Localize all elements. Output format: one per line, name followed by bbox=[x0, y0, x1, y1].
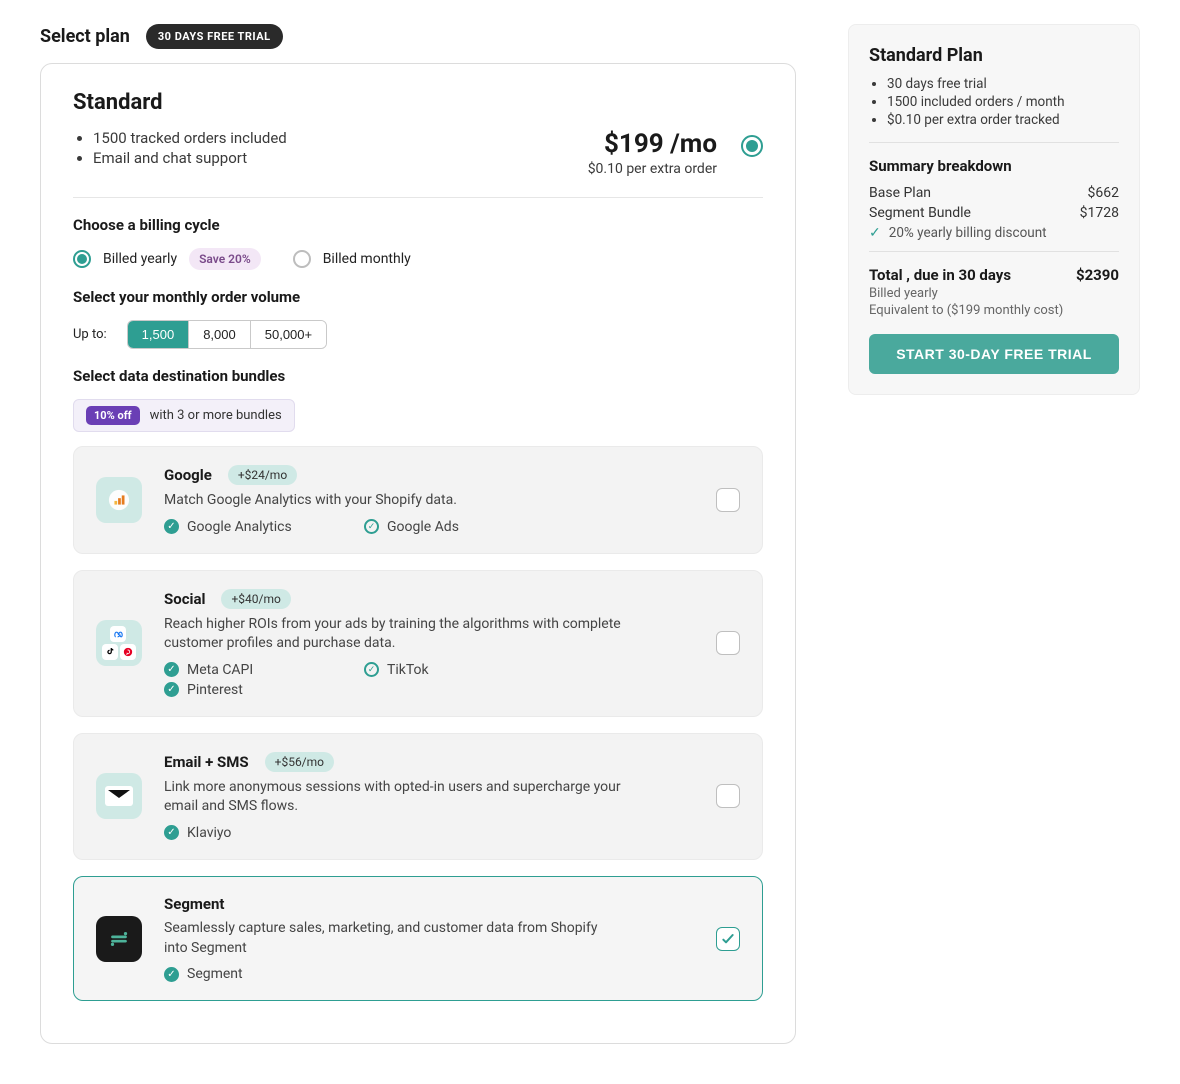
bundle-tag: ✓ Google Ads bbox=[364, 519, 504, 535]
total-value: $2390 bbox=[1076, 266, 1119, 284]
summary-bullet: 30 days free trial bbox=[887, 76, 1119, 92]
check-icon: ✓ bbox=[364, 662, 379, 677]
page-title: Select plan bbox=[40, 26, 130, 47]
plan-price: $199 /mo bbox=[588, 129, 717, 159]
bundle-desc: Link more anonymous sessions with opted-… bbox=[164, 778, 624, 817]
radio-on-icon bbox=[73, 250, 91, 268]
bundle-tag: ✓ Google Analytics bbox=[164, 519, 304, 535]
plan-name: Standard bbox=[73, 90, 763, 115]
bundle-desc: Seamlessly capture sales, marketing, and… bbox=[164, 919, 624, 958]
bundle-price: +$40/mo bbox=[221, 589, 290, 609]
total-label: Total , due in 30 days bbox=[869, 266, 1011, 284]
bundle-tag-label: Google Ads bbox=[387, 519, 459, 535]
breakdown-line-value: $662 bbox=[1088, 185, 1119, 201]
bundle-google[interactable]: Google +$24/mo Match Google Analytics wi… bbox=[73, 446, 763, 554]
bundle-email-sms[interactable]: Email + SMS +$56/mo Link more anonymous … bbox=[73, 733, 763, 860]
cycle-monthly-label: Billed monthly bbox=[323, 251, 411, 267]
bundle-title: Email + SMS bbox=[164, 753, 249, 771]
volume-option-50000[interactable]: 50,000+ bbox=[250, 321, 326, 348]
plan-price-sub: $0.10 per extra order bbox=[588, 161, 717, 177]
bundle-checkbox[interactable] bbox=[716, 784, 740, 808]
discount-text: 20% yearly billing discount bbox=[889, 225, 1047, 241]
volume-option-8000[interactable]: 8,000 bbox=[188, 321, 250, 348]
total-sub: Billed yearly bbox=[869, 286, 1119, 301]
start-trial-button[interactable]: START 30-DAY FREE TRIAL bbox=[869, 334, 1119, 374]
bundle-tag-label: Google Analytics bbox=[187, 519, 292, 535]
check-icon: ✓ bbox=[364, 519, 379, 534]
breakdown-line-label: Base Plan bbox=[869, 185, 931, 201]
breakdown-title: Summary breakdown bbox=[869, 157, 1119, 175]
bundle-title: Segment bbox=[164, 895, 224, 913]
bundle-desc: Match Google Analytics with your Shopify… bbox=[164, 491, 624, 511]
bundle-hint-text: with 3 or more bundles bbox=[150, 408, 282, 423]
summary-bullet: $0.10 per extra order tracked bbox=[887, 112, 1119, 128]
total-sub: Equivalent to ($199 monthly cost) bbox=[869, 303, 1119, 318]
bundle-tag: ✓ Segment bbox=[164, 966, 304, 982]
summary-bullets: 30 days free trial 1500 included orders … bbox=[869, 76, 1119, 128]
total-line: Total , due in 30 days $2390 bbox=[869, 266, 1119, 284]
check-icon: ✓ bbox=[164, 967, 179, 982]
summary-card: Standard Plan 30 days free trial 1500 in… bbox=[848, 24, 1140, 395]
billing-cycle-label: Choose a billing cycle bbox=[73, 216, 763, 234]
breakdown-line-value: $1728 bbox=[1080, 205, 1119, 221]
bundle-checkbox[interactable] bbox=[716, 927, 740, 951]
bundle-price: +$24/mo bbox=[228, 465, 297, 485]
plan-card: Standard 1500 tracked orders included Em… bbox=[40, 63, 796, 1044]
breakdown-line: Segment Bundle $1728 bbox=[869, 205, 1119, 221]
google-analytics-icon bbox=[96, 477, 142, 523]
check-icon: ✓ bbox=[164, 519, 179, 534]
cycle-monthly[interactable]: Billed monthly bbox=[293, 250, 411, 268]
bundle-tag-label: TikTok bbox=[387, 662, 429, 678]
email-icon bbox=[96, 773, 142, 819]
bundle-tag: ✓ Pinterest bbox=[164, 682, 304, 698]
save-pill: Save 20% bbox=[189, 248, 261, 270]
bundle-tag-label: Segment bbox=[187, 966, 243, 982]
plan-feature: Email and chat support bbox=[93, 149, 287, 167]
bundles-label: Select data destination bundles bbox=[73, 367, 763, 385]
volume-option-1500[interactable]: 1,500 bbox=[128, 321, 189, 348]
check-icon: ✓ bbox=[164, 825, 179, 840]
radio-off-icon bbox=[293, 250, 311, 268]
bundle-title: Social bbox=[164, 590, 205, 608]
plan-features: 1500 tracked orders included Email and c… bbox=[73, 129, 287, 169]
bundle-price: +$56/mo bbox=[265, 752, 334, 772]
volume-segments: 1,500 8,000 50,000+ bbox=[127, 320, 327, 349]
discount-line: ✓ 20% yearly billing discount bbox=[869, 225, 1119, 241]
bundle-tag-label: Klaviyo bbox=[187, 825, 231, 841]
summary-title: Standard Plan bbox=[869, 45, 1119, 66]
tiktok-icon bbox=[102, 644, 118, 660]
off-pill: 10% off bbox=[86, 406, 140, 425]
social-icon bbox=[96, 620, 142, 666]
cycle-yearly[interactable]: Billed yearly Save 20% bbox=[73, 248, 261, 270]
breakdown-line: Base Plan $662 bbox=[869, 185, 1119, 201]
summary-bullet: 1500 included orders / month bbox=[887, 94, 1119, 110]
bundle-checkbox[interactable] bbox=[716, 631, 740, 655]
volume-label: Select your monthly order volume bbox=[73, 288, 763, 306]
breakdown-line-label: Segment Bundle bbox=[869, 205, 971, 221]
meta-icon bbox=[110, 626, 126, 642]
trial-badge: 30 DAYS FREE TRIAL bbox=[146, 24, 283, 49]
bundle-segment[interactable]: Segment Seamlessly capture sales, market… bbox=[73, 876, 763, 1001]
bundle-tag: ✓ Klaviyo bbox=[164, 825, 304, 841]
plan-select-radio[interactable] bbox=[741, 135, 763, 157]
check-icon: ✓ bbox=[164, 662, 179, 677]
bundle-checkbox[interactable] bbox=[716, 488, 740, 512]
check-icon: ✓ bbox=[869, 225, 881, 241]
upto-label: Up to: bbox=[73, 327, 107, 342]
check-icon: ✓ bbox=[164, 682, 179, 697]
bundle-tag: ✓ TikTok bbox=[364, 662, 504, 678]
bundle-desc: Reach higher ROIs from your ads by train… bbox=[164, 615, 624, 654]
bundle-social[interactable]: Social +$40/mo Reach higher ROIs from yo… bbox=[73, 570, 763, 717]
bundle-title: Google bbox=[164, 466, 212, 484]
bundle-tag: ✓ Meta CAPI bbox=[164, 662, 304, 678]
pinterest-icon bbox=[120, 644, 136, 660]
bundle-discount-hint: 10% off with 3 or more bundles bbox=[73, 399, 295, 432]
plan-feature: 1500 tracked orders included bbox=[93, 129, 287, 147]
bundle-tag-label: Meta CAPI bbox=[187, 662, 253, 678]
cycle-yearly-label: Billed yearly bbox=[103, 251, 177, 267]
bundle-tag-label: Pinterest bbox=[187, 682, 243, 698]
segment-icon bbox=[96, 916, 142, 962]
